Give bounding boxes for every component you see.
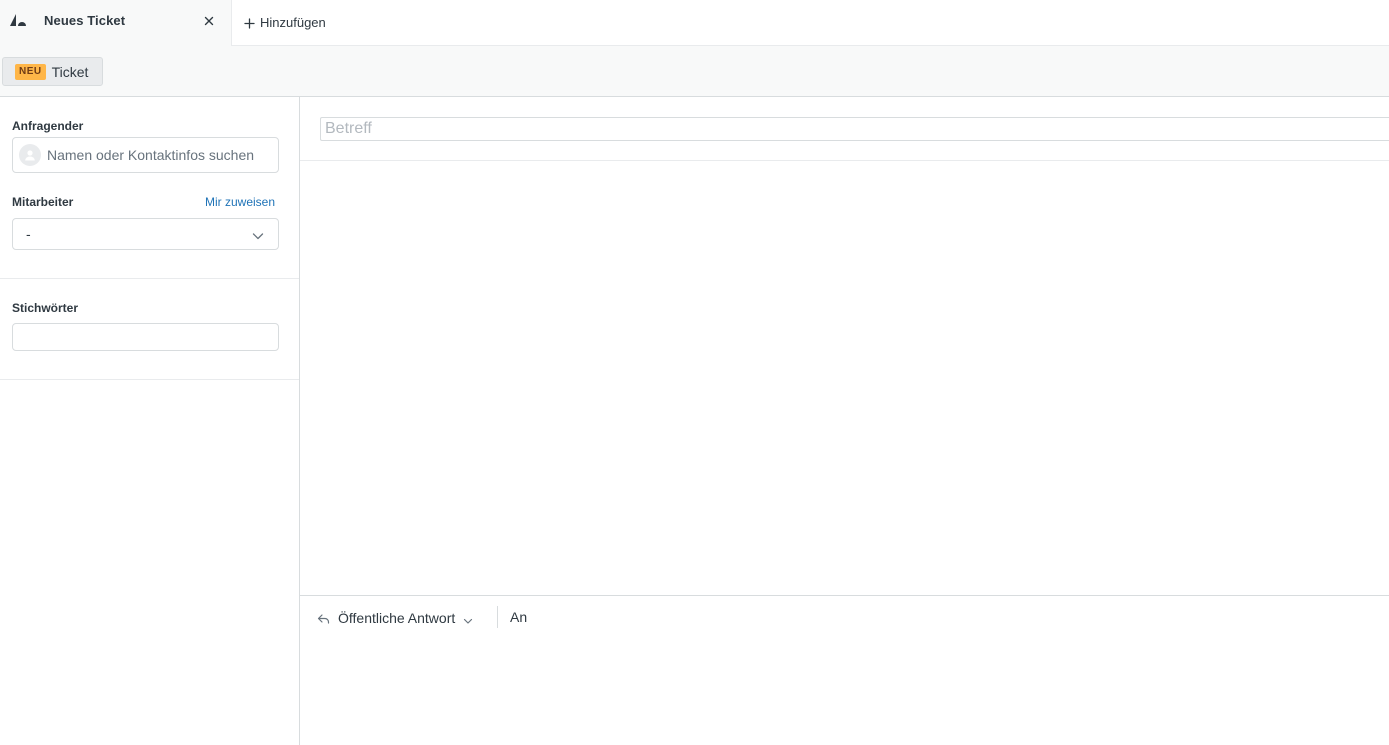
- reply-bar: Öffentliche Antwort An: [300, 595, 1389, 745]
- to-field-label[interactable]: An: [510, 609, 527, 625]
- ticket-main: Öffentliche Antwort An: [300, 97, 1389, 745]
- avatar-icon: [19, 144, 41, 166]
- tags-label: Stichwörter: [12, 301, 79, 315]
- assignee-label: Mitarbeiter: [12, 195, 74, 209]
- status-badge: NEU: [15, 63, 46, 80]
- tab-bar: Neues Ticket Hinzufügen: [0, 0, 1389, 46]
- assign-to-me-link[interactable]: Mir zuweisen: [205, 195, 275, 209]
- tab-new-ticket[interactable]: Neues Ticket: [0, 0, 232, 46]
- ticket-breadcrumb-label: Ticket: [51, 63, 89, 80]
- add-tab-label: Hinzufügen: [260, 14, 326, 30]
- logo-icon: [10, 14, 26, 28]
- people-section: Anfragender Namen oder Kontaktinfos such…: [0, 97, 299, 279]
- assignee-select[interactable]: -: [12, 218, 279, 250]
- reply-type-dropdown[interactable]: Öffentliche Antwort: [317, 608, 473, 628]
- requester-placeholder: Namen oder Kontaktinfos suchen: [47, 147, 255, 163]
- tags-input[interactable]: [12, 323, 279, 351]
- ticket-breadcrumb[interactable]: NEU Ticket: [2, 57, 103, 86]
- chevron-down-icon: [252, 229, 264, 241]
- ticket-header: NEU Ticket: [0, 46, 1389, 97]
- ticket-sidebar: Anfragender Namen oder Kontaktinfos such…: [0, 97, 300, 745]
- assignee-value: -: [26, 226, 31, 242]
- requester-search-input[interactable]: Namen oder Kontaktinfos suchen: [12, 137, 279, 173]
- requester-label: Anfragender: [12, 119, 84, 133]
- tab-title: Neues Ticket: [44, 13, 126, 28]
- subject-area: [300, 97, 1389, 161]
- subject-input[interactable]: [320, 117, 1389, 141]
- close-icon[interactable]: [202, 14, 216, 28]
- chevron-down-icon: [463, 613, 473, 624]
- reply-type-label: Öffentliche Antwort: [338, 610, 456, 626]
- plus-icon: [244, 17, 255, 29]
- tags-section: Stichwörter: [0, 279, 299, 380]
- add-tab-button[interactable]: Hinzufügen: [244, 12, 326, 32]
- reply-icon: [317, 612, 330, 624]
- divider: [497, 606, 498, 628]
